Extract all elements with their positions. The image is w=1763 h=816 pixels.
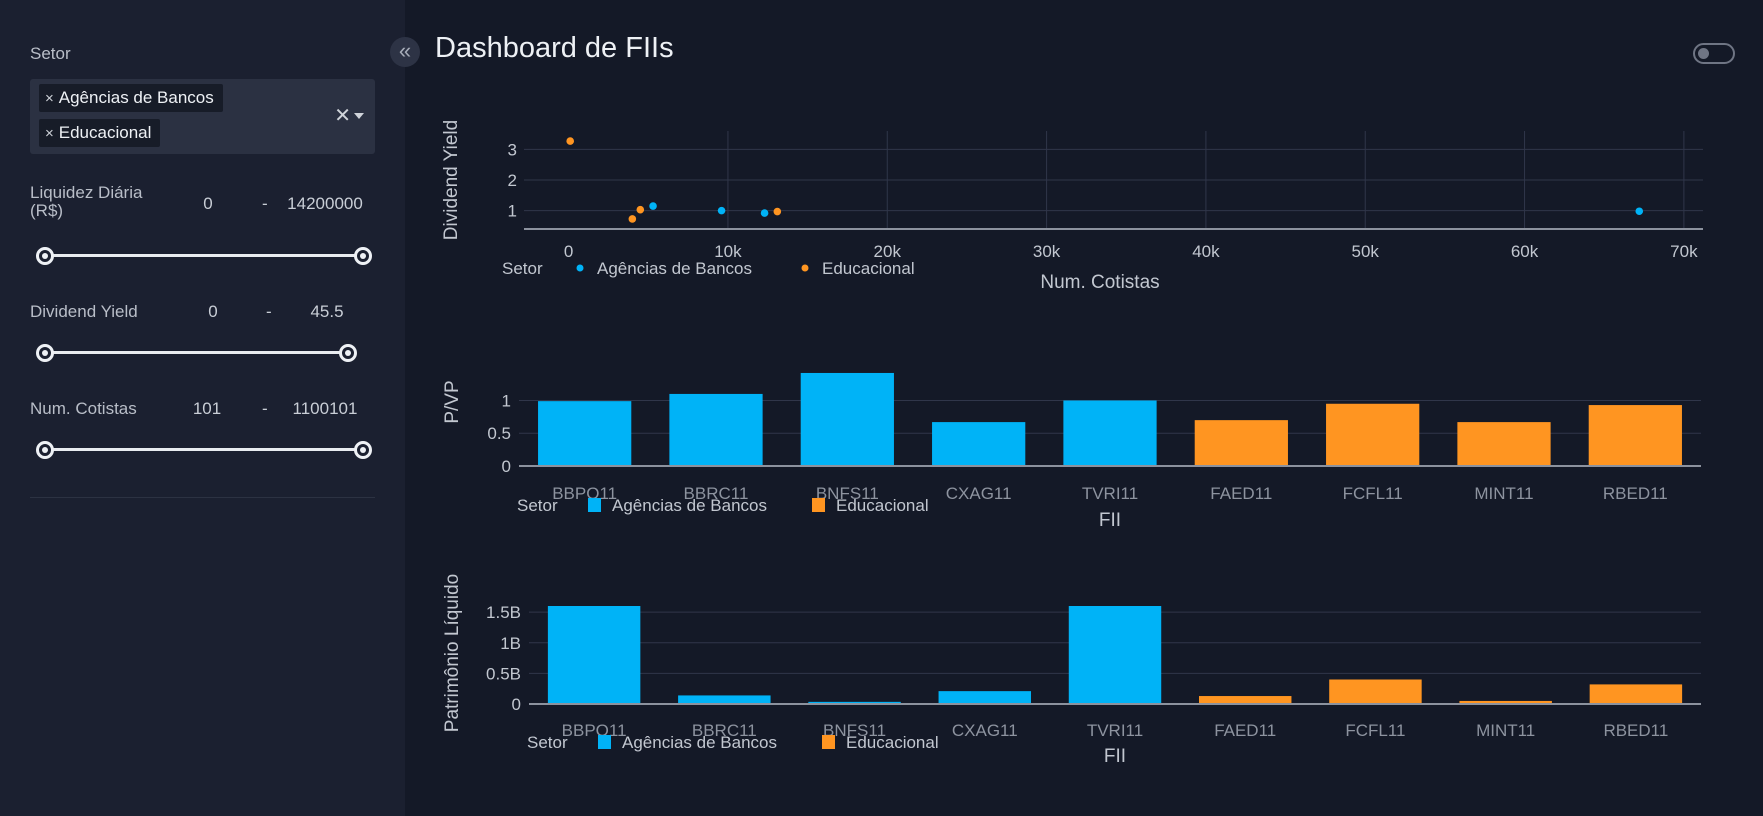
x-tick-label: BBPO11 <box>562 721 627 740</box>
y-tick-label: 3 <box>508 140 517 159</box>
y-tick-label: 0.5B <box>486 664 521 683</box>
data-point <box>1635 207 1644 216</box>
x-tick-label: FCFL11 <box>1343 484 1403 503</box>
data-point <box>760 209 769 217</box>
legend-entry: Educacional <box>836 496 929 515</box>
bar-chart-pvp: 00.51BBPO11 BBRC11 BNFS11 CXAG11 TVRI11 FAED1… <box>442 372 1701 531</box>
x-tick-label: 0 <box>564 242 573 261</box>
bar <box>1326 403 1420 466</box>
bar <box>932 422 1026 466</box>
bar <box>1457 422 1551 466</box>
legend-marker <box>822 735 835 749</box>
legend-marker <box>598 735 611 749</box>
x-tick-label: BBPO11 <box>552 484 617 503</box>
charts-canvas: 0 10k 20k 30k 40k 50k 60k 70k123Num. CotistasDi… <box>441 120 1703 767</box>
legend-entry: Agências de Bancos <box>622 733 777 752</box>
y-tick-label: 1.5B <box>486 603 521 622</box>
data-point <box>628 215 637 223</box>
y-tick-label: 1B <box>500 634 521 653</box>
legend-entry: Agências de Bancos <box>597 259 752 278</box>
x-tick-label: FCFL11 <box>1345 721 1405 740</box>
y-tick-label: 0 <box>502 457 511 476</box>
y-tick-label: 2 <box>508 171 517 190</box>
x-tick-label: 60k <box>1511 242 1539 261</box>
bar <box>1068 606 1162 704</box>
x-tick-label: MINT11 <box>1476 721 1535 740</box>
y-tick-label: 0 <box>512 695 521 714</box>
bar <box>1329 679 1422 704</box>
y-axis-title: Dividend Yield <box>441 120 462 240</box>
x-tick-label: 30k <box>1033 242 1061 261</box>
x-tick-label: 70k <box>1670 242 1698 261</box>
x-tick-label: TVRI11 <box>1082 484 1138 503</box>
bar <box>1588 405 1682 466</box>
bar <box>1589 684 1683 704</box>
x-tick-label: CXAG11 <box>952 721 1018 740</box>
x-tick-label: RBED11 <box>1603 484 1668 503</box>
legend-marker <box>588 498 601 512</box>
x-tick-label: TVRI11 <box>1087 721 1143 740</box>
x-tick-label: MINT11 <box>1474 484 1533 503</box>
legend-title: Setor <box>502 259 543 278</box>
bar <box>1198 696 1292 704</box>
legend-entry: Educacional <box>846 733 939 752</box>
bar <box>538 401 632 466</box>
legend-marker <box>576 264 584 272</box>
scatter-chart-dividend-yield: 0 10k 20k 30k 40k 50k 60k 70k123Num. CotistasDi… <box>441 120 1703 293</box>
bar <box>669 393 763 466</box>
x-tick-label: CXAG11 <box>946 484 1012 503</box>
x-tick-label: FAED11 <box>1210 484 1272 503</box>
legend-title: Setor <box>517 496 558 515</box>
data-point <box>636 205 645 214</box>
x-axis-title: FII <box>1099 510 1121 531</box>
x-axis-title: Num. Cotistas <box>1040 272 1159 293</box>
data-point <box>773 207 782 216</box>
x-tick-label: FAED11 <box>1214 721 1276 740</box>
bar <box>800 372 894 466</box>
data-point <box>649 202 657 210</box>
y-tick-label: 1 <box>502 391 511 410</box>
bar <box>547 606 641 704</box>
legend-marker <box>801 264 809 272</box>
x-tick-label: 50k <box>1352 242 1380 261</box>
legend-marker <box>812 498 825 512</box>
data-point <box>717 206 726 215</box>
legend-title: Setor <box>527 733 568 752</box>
bar-chart-patrimonio-liquido: 00.5B1B1.5BBBPO11 BBRC11 BNFS11 CXAG11 TVRI1… <box>442 574 1701 767</box>
x-tick-label: RBED11 <box>1603 721 1668 740</box>
y-axis-title: P/VP <box>442 380 463 423</box>
y-tick-label: 0.5 <box>487 424 511 443</box>
y-tick-label: 1 <box>508 202 517 221</box>
x-axis-title: FII <box>1104 746 1126 767</box>
x-tick-label: 40k <box>1192 242 1220 261</box>
bar <box>1194 420 1288 466</box>
y-axis-title: Patrimônio Líquido <box>442 574 463 732</box>
bar <box>938 691 1032 704</box>
legend-entry: Agências de Bancos <box>612 496 767 515</box>
legend-entry: Educacional <box>822 259 915 278</box>
data-point <box>566 137 575 145</box>
bar <box>1063 400 1157 466</box>
bar <box>678 695 771 704</box>
